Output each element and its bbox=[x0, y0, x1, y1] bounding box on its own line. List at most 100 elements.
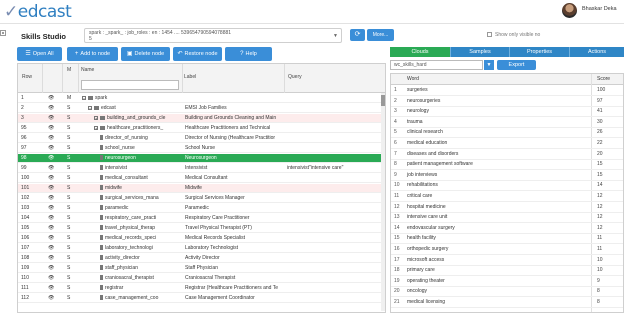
query-select[interactable]: spark : _spark_ : job_roles : en : 1454 … bbox=[84, 28, 342, 43]
eye-icon[interactable]: 👁 bbox=[48, 224, 58, 232]
delete-node-button[interactable]: ▣ Delete node bbox=[121, 47, 170, 61]
name-column-header[interactable]: Name bbox=[81, 67, 94, 73]
table-row[interactable]: 99 👁 Sintensivist Intensivist intensivist"in… bbox=[18, 164, 383, 173]
table-row[interactable]: 98 👁 Sneurosurgeon Neurosurgeon bbox=[18, 154, 383, 163]
table-row[interactable]: 103 👁 Sparamedic Paramedic bbox=[18, 204, 383, 213]
row-name[interactable]: staff_physician bbox=[100, 264, 182, 272]
eye-icon[interactable]: 👁 bbox=[48, 184, 58, 192]
word-row[interactable]: 8 patient management software 15 bbox=[391, 160, 623, 171]
word-row[interactable]: 4 trauma 30 bbox=[391, 118, 623, 128]
row-name[interactable]: director_of_nursing bbox=[100, 134, 182, 142]
table-row[interactable]: 1 👁 M − spark bbox=[18, 94, 383, 103]
word-row[interactable]: 13 intensive care unit 12 bbox=[391, 213, 623, 224]
edcast-logo[interactable]: ✓edcast bbox=[4, 2, 72, 22]
add-to-node-button[interactable]: + Add to node bbox=[67, 47, 118, 61]
row-name[interactable]: respiratory_care_practi bbox=[100, 214, 182, 222]
word-column-header[interactable]: Word bbox=[407, 74, 419, 84]
eye-icon[interactable]: 👁 bbox=[48, 124, 58, 132]
eye-icon[interactable]: 👁 bbox=[48, 104, 58, 112]
table-row[interactable]: 102 👁 Ssurgical_services_mana Surgical Serv… bbox=[18, 194, 383, 203]
row-column-header[interactable]: Row bbox=[22, 74, 32, 80]
eye-icon[interactable]: 👁 bbox=[48, 154, 58, 162]
word-row[interactable]: 9 job interviews 15 bbox=[391, 171, 623, 181]
restore-node-button[interactable]: ↶ Restore node bbox=[173, 47, 222, 61]
table-row[interactable]: 107 👁 Slaboratory_technologi Laboratory Tec… bbox=[18, 244, 383, 253]
checkbox[interactable] bbox=[487, 32, 492, 38]
word-row[interactable]: 21 medical licensing 8 bbox=[391, 298, 623, 308]
row-name[interactable]: intensivist bbox=[100, 164, 182, 172]
grid-menu-icon[interactable] bbox=[0, 30, 6, 36]
table-row[interactable]: 111 👁 Sregistrar Registrar (Healthcare Prac… bbox=[18, 284, 383, 293]
row-name[interactable]: activity_director bbox=[100, 254, 182, 262]
table-row[interactable]: 100 👁 Smedical_consultant Medical Consultan… bbox=[18, 174, 383, 183]
table-row[interactable]: 96 👁 Sdirector_of_nursing Director of Nursi… bbox=[18, 134, 383, 143]
word-row[interactable]: 3 neurology 41 bbox=[391, 107, 623, 118]
eye-icon[interactable]: 👁 bbox=[48, 144, 58, 152]
word-row[interactable]: 11 critical care 12 bbox=[391, 192, 623, 202]
expand-icon[interactable]: − bbox=[82, 95, 86, 100]
row-name[interactable]: medical_records_speci bbox=[100, 234, 182, 242]
eye-icon[interactable]: 👁 bbox=[48, 94, 58, 102]
eye-icon[interactable]: 👁 bbox=[48, 174, 58, 182]
table-row[interactable]: 3 👁 S + building_and_grounds_cle Building and… bbox=[18, 114, 383, 123]
row-name[interactable]: travel_physical_therap bbox=[100, 224, 182, 232]
row-name[interactable]: registrar bbox=[100, 284, 182, 292]
table-row[interactable]: 97 👁 Sschool_nurse School Nurse bbox=[18, 144, 383, 153]
dataset-select[interactable]: wc_skills_hard bbox=[390, 60, 483, 70]
row-name[interactable]: − spark bbox=[82, 94, 182, 102]
tab-clouds[interactable]: Clouds bbox=[390, 47, 450, 57]
avatar[interactable] bbox=[562, 3, 577, 18]
table-row[interactable]: 109 👁 Sstaff_physician Staff Physician bbox=[18, 264, 383, 273]
eye-icon[interactable]: 👁 bbox=[48, 214, 58, 222]
word-row[interactable]: 18 primary care 10 bbox=[391, 266, 623, 277]
scrollbar-thumb[interactable] bbox=[381, 95, 385, 106]
show-only-visible-toggle[interactable]: Show only visible no bbox=[487, 32, 540, 38]
export-button[interactable]: Export bbox=[497, 60, 536, 70]
word-row[interactable]: 5 clinical research 26 bbox=[391, 128, 623, 139]
word-row[interactable]: 14 endovascular surgery 12 bbox=[391, 224, 623, 234]
table-row[interactable]: 110 👁 Scraniosacral_therapist Craniosacral … bbox=[18, 274, 383, 283]
tab-actions[interactable]: Actions bbox=[569, 47, 624, 57]
eye-icon[interactable]: 👁 bbox=[48, 294, 58, 302]
table-row[interactable]: 105 👁 Stravel_physical_therap Travel Physic… bbox=[18, 224, 383, 233]
m-column-header[interactable]: M bbox=[67, 67, 71, 73]
open-all-button[interactable]: ☰ Open All bbox=[17, 47, 62, 61]
row-name[interactable]: laboratory_technologi bbox=[100, 244, 182, 252]
help-button[interactable]: ? Help bbox=[225, 47, 272, 61]
score-column-header[interactable]: Score bbox=[597, 74, 610, 84]
expand-icon[interactable]: − bbox=[88, 105, 92, 110]
table-row[interactable]: 95 👁 S + healthcare_practitioners_ Healthcare… bbox=[18, 124, 383, 133]
word-row[interactable]: 10 rehabilitations 14 bbox=[391, 181, 623, 192]
word-row[interactable]: 6 medical education 22 bbox=[391, 139, 623, 149]
word-row[interactable]: 12 hospital medicine 12 bbox=[391, 203, 623, 213]
row-name[interactable]: paramedic bbox=[100, 204, 182, 212]
name-filter-input[interactable] bbox=[81, 80, 179, 90]
table-row[interactable]: 106 👁 Smedical_records_speci Medical Record… bbox=[18, 234, 383, 243]
eye-icon[interactable]: 👁 bbox=[48, 204, 58, 212]
word-row[interactable]: 20 oncology 8 bbox=[391, 287, 623, 298]
expand-icon[interactable]: + bbox=[94, 125, 98, 130]
eye-icon[interactable]: 👁 bbox=[48, 134, 58, 142]
eye-icon[interactable]: 👁 bbox=[48, 114, 58, 122]
refresh-button[interactable]: ⟳ bbox=[350, 29, 365, 41]
row-name[interactable]: + building_and_grounds_cle bbox=[94, 114, 182, 122]
word-row[interactable]: 7 diseases and disorders 20 bbox=[391, 150, 623, 160]
row-name[interactable]: medical_consultant bbox=[100, 174, 182, 182]
word-row[interactable]: 15 health facility 11 bbox=[391, 234, 623, 245]
label-column-header[interactable]: Label bbox=[184, 74, 196, 80]
eye-icon[interactable]: 👁 bbox=[48, 234, 58, 242]
grid-scrollbar[interactable] bbox=[381, 93, 385, 311]
word-row[interactable]: 19 operating theater 9 bbox=[391, 277, 623, 287]
word-row[interactable]: 2 neurosurgeries 97 bbox=[391, 97, 623, 107]
row-name[interactable]: craniosacral_therapist bbox=[100, 274, 182, 282]
tab-samples[interactable]: Samples bbox=[450, 47, 509, 57]
table-row[interactable]: 2 👁 S − edcast EMSI Job Families bbox=[18, 104, 383, 113]
eye-icon[interactable]: 👁 bbox=[48, 194, 58, 202]
chevron-down-icon[interactable]: ▼ bbox=[484, 60, 494, 70]
word-row[interactable]: 17 microsoft access 10 bbox=[391, 256, 623, 266]
more-button[interactable]: More... bbox=[367, 29, 394, 41]
table-row[interactable]: 101 👁 Smidwife Midwife bbox=[18, 184, 383, 193]
word-row[interactable]: 1 surgeries 100 bbox=[391, 86, 623, 96]
row-name[interactable]: case_management_coo bbox=[100, 294, 182, 302]
row-name[interactable]: surgical_services_mana bbox=[100, 194, 182, 202]
